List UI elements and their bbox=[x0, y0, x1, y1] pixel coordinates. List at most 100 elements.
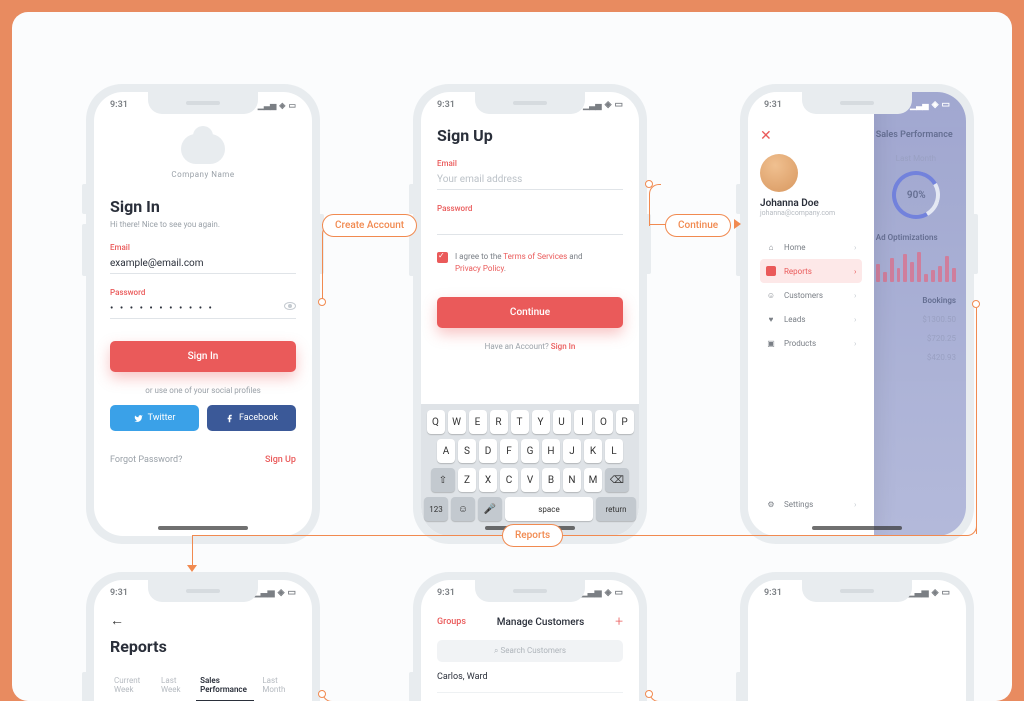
nav-item-leads[interactable]: ♥Leads› bbox=[760, 307, 862, 331]
email-label: Email bbox=[110, 243, 296, 252]
terms-link[interactable]: Terms of Services bbox=[503, 252, 567, 261]
key-return[interactable]: return bbox=[596, 497, 636, 521]
key-space[interactable]: space bbox=[505, 497, 593, 521]
nav-item-settings[interactable]: ⚙ Settings › bbox=[760, 492, 862, 516]
key-L[interactable]: L bbox=[605, 439, 623, 463]
password-field[interactable]: • • • • • • • • • • • bbox=[110, 297, 296, 319]
forgot-password-link[interactable]: Forgot Password? bbox=[110, 455, 182, 465]
key-M[interactable]: M bbox=[584, 468, 602, 492]
key-P[interactable]: P bbox=[616, 410, 634, 434]
overlay-amounts: $1300.50$720.25$420.93 bbox=[876, 315, 956, 362]
password-label: Password bbox=[437, 204, 623, 213]
overlay-section-bookings: Bookings bbox=[876, 296, 956, 305]
overlay-panel: Sales Performance Last Month 90% Ad Opti… bbox=[866, 92, 966, 536]
social-divider-text: or use one of your social profiles bbox=[110, 386, 296, 395]
eye-icon[interactable] bbox=[284, 302, 296, 310]
password-field[interactable] bbox=[437, 213, 623, 235]
customers-icon: ☺ bbox=[766, 290, 776, 300]
flow-canvas: 9:31 ▁▃▅◈▭ Company Name Sign In Hi there… bbox=[12, 12, 1012, 701]
key-E[interactable]: E bbox=[469, 410, 487, 434]
page-title: Sign In bbox=[110, 197, 296, 216]
key-F[interactable]: F bbox=[500, 439, 518, 463]
tab-last-week[interactable]: Last Week bbox=[157, 670, 192, 701]
privacy-link[interactable]: Privacy Policy bbox=[455, 264, 504, 273]
key-V[interactable]: V bbox=[521, 468, 539, 492]
groups-link[interactable]: Groups bbox=[437, 617, 466, 627]
keyboard[interactable]: QWERTYUIOP ASDFGHJKL ⇧ ZXCVBNM ⌫ 123 ☺ 🎤… bbox=[421, 404, 639, 536]
signin-button[interactable]: Sign In bbox=[110, 341, 296, 372]
overlay-bar-chart bbox=[876, 252, 956, 282]
tab-last-month[interactable]: Last Month bbox=[258, 670, 296, 701]
nav-item-products[interactable]: ▣Products› bbox=[760, 331, 862, 355]
customer-row[interactable]: Johnnie, Kelly bbox=[437, 693, 623, 701]
drawer-nav: ⌂Home›Reports›☺Customers›♥Leads›▣Product… bbox=[760, 235, 862, 355]
twitter-icon bbox=[134, 414, 143, 423]
page-title: Manage Customers bbox=[497, 617, 584, 628]
signup-link[interactable]: Sign Up bbox=[265, 455, 296, 465]
key-W[interactable]: W bbox=[448, 410, 466, 434]
key-U[interactable]: U bbox=[553, 410, 571, 434]
key-emoji[interactable]: ☺ bbox=[451, 497, 475, 521]
tab-sales-performance[interactable]: Sales Performance bbox=[196, 670, 254, 701]
password-label: Password bbox=[110, 288, 296, 297]
key-B[interactable]: B bbox=[542, 468, 560, 492]
key-S[interactable]: S bbox=[458, 439, 476, 463]
overlay-amount: $1300.50 bbox=[876, 315, 956, 324]
nav-item-home[interactable]: ⌂Home› bbox=[760, 235, 862, 259]
key-R[interactable]: R bbox=[490, 410, 508, 434]
key-C[interactable]: C bbox=[500, 468, 518, 492]
key-mic[interactable]: 🎤 bbox=[478, 497, 502, 521]
key-H[interactable]: H bbox=[542, 439, 560, 463]
have-account-text: Have an Account? Sign In bbox=[437, 342, 623, 351]
signin-link[interactable]: Sign In bbox=[551, 342, 576, 351]
customer-row[interactable]: Carlos, Ward bbox=[437, 662, 623, 693]
phone-reports: 9:31▁▃▅◈▭ ← Reports Current WeekLast Wee… bbox=[86, 572, 320, 701]
facebook-button[interactable]: Facebook bbox=[207, 405, 296, 431]
customer-list: Carlos, WardJohnnie, Kelly bbox=[437, 662, 623, 701]
key-T[interactable]: T bbox=[511, 410, 529, 434]
overlay-section-ad: Ad Optimizations bbox=[876, 233, 956, 242]
email-field[interactable]: Your email address bbox=[437, 168, 623, 190]
key-K[interactable]: K bbox=[584, 439, 602, 463]
kbd-row-2: ASDFGHJKL bbox=[424, 439, 636, 463]
terms-text: I agree to the Terms of Services and Pri… bbox=[455, 251, 583, 275]
key-Q[interactable]: Q bbox=[427, 410, 445, 434]
key-N[interactable]: N bbox=[563, 468, 581, 492]
tab-current-week[interactable]: Current Week bbox=[110, 670, 153, 701]
continue-button[interactable]: Continue bbox=[437, 297, 623, 328]
page-subtitle: Hi there! Nice to see you again. bbox=[110, 220, 296, 229]
user-name: Johanna Doe bbox=[760, 198, 862, 209]
key-G[interactable]: G bbox=[521, 439, 539, 463]
kbd-row-1: QWERTYUIOP bbox=[424, 410, 636, 434]
key-O[interactable]: O bbox=[595, 410, 613, 434]
home-icon: ⌂ bbox=[766, 242, 776, 252]
page-title: Reports bbox=[110, 637, 296, 656]
avatar[interactable] bbox=[760, 154, 798, 192]
search-input[interactable]: ⌕ Search Customers bbox=[437, 640, 623, 662]
company-name: Company Name bbox=[110, 170, 296, 179]
key-A[interactable]: A bbox=[437, 439, 455, 463]
twitter-button[interactable]: Twitter bbox=[110, 405, 199, 431]
kbd-row-3: ⇧ ZXCVBNM ⌫ bbox=[424, 468, 636, 492]
phone-blank: 9:31▁▃▅◈▭ bbox=[740, 572, 974, 701]
cloud-icon bbox=[181, 134, 225, 164]
status-time: 9:31 bbox=[110, 100, 128, 110]
key-Y[interactable]: Y bbox=[532, 410, 550, 434]
key-D[interactable]: D bbox=[479, 439, 497, 463]
back-arrow-icon[interactable]: ← bbox=[110, 612, 296, 629]
key-J[interactable]: J bbox=[563, 439, 581, 463]
email-field[interactable]: example@email.com bbox=[110, 252, 296, 274]
add-icon[interactable]: + bbox=[615, 614, 623, 630]
nav-item-reports[interactable]: Reports› bbox=[760, 259, 862, 283]
key-123[interactable]: 123 bbox=[424, 497, 448, 521]
key-X[interactable]: X bbox=[479, 468, 497, 492]
key-I[interactable]: I bbox=[574, 410, 592, 434]
key-backspace[interactable]: ⌫ bbox=[605, 468, 629, 492]
key-Z[interactable]: Z bbox=[458, 468, 476, 492]
close-icon[interactable]: ✕ bbox=[760, 128, 862, 144]
key-shift[interactable]: ⇧ bbox=[431, 468, 455, 492]
phone-signin: 9:31 ▁▃▅◈▭ Company Name Sign In Hi there… bbox=[86, 84, 320, 544]
nav-item-customers[interactable]: ☺Customers› bbox=[760, 283, 862, 307]
terms-checkbox[interactable] bbox=[437, 252, 448, 263]
tab-row: Current WeekLast WeekSales PerformanceLa… bbox=[110, 670, 296, 701]
